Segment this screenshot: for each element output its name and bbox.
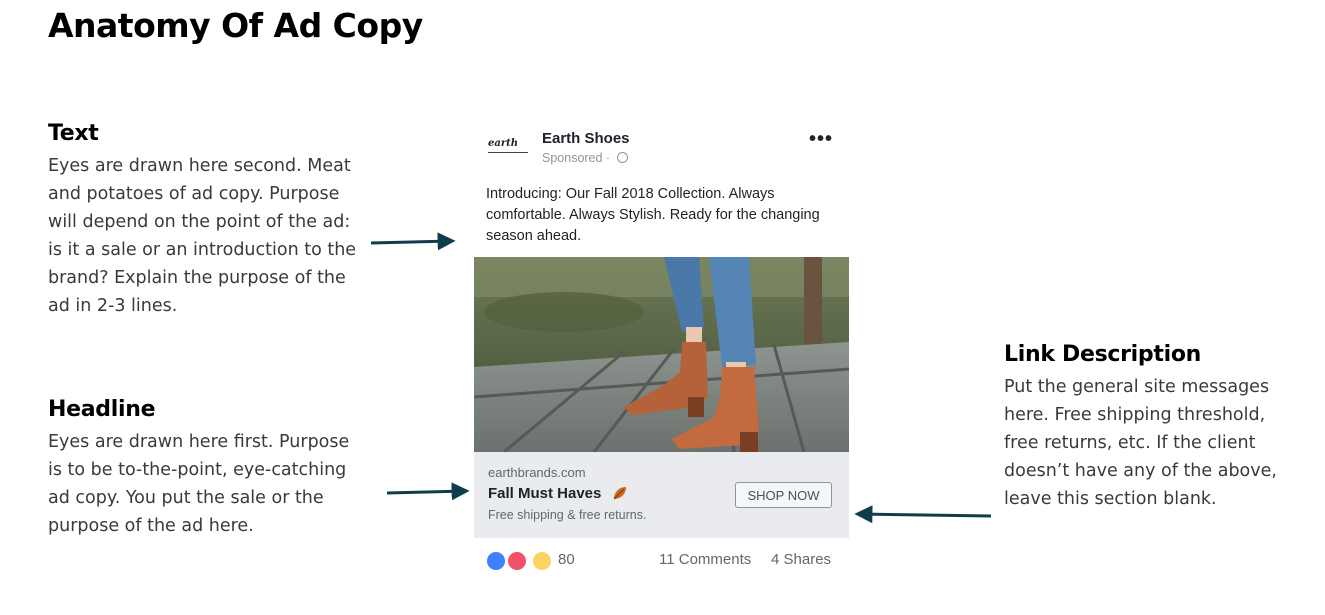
text-arrow	[370, 232, 456, 251]
headline-arrow	[386, 482, 470, 501]
link-description-arrow	[854, 505, 992, 524]
annotation-arrows	[370, 232, 992, 524]
